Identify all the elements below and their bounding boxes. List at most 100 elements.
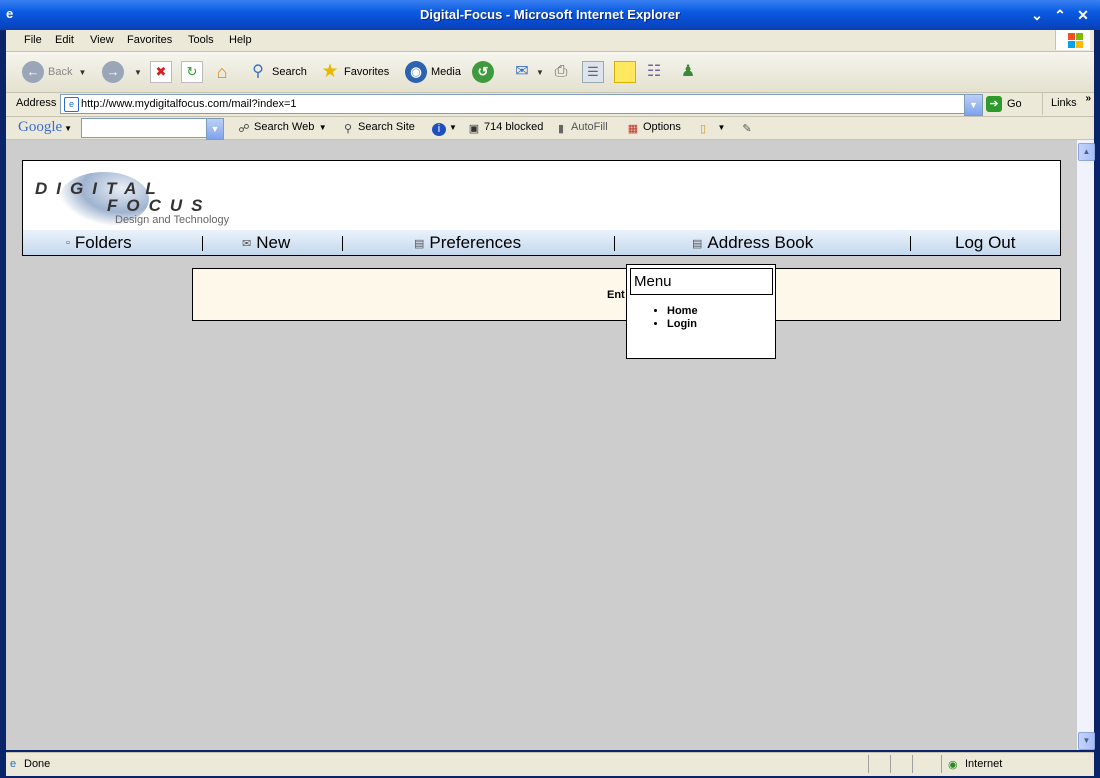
restore-icon[interactable]: ⌃ (1051, 6, 1069, 24)
windows-logo-icon (1055, 30, 1090, 50)
popup-blocker-button[interactable]: ▣ 714 blocked (467, 121, 544, 136)
messenger-button[interactable]: ♟ (678, 60, 702, 84)
chevron-down-icon[interactable]: ▼ (78, 68, 86, 77)
menu-tools[interactable]: Tools (188, 34, 214, 46)
address-input[interactable]: e http://www.mydigitalfocus.com/mail?ind… (60, 94, 966, 114)
popup-menu: Menu Home Login (626, 264, 776, 359)
status-bar: e Done ◉ Internet (6, 752, 1094, 776)
scroll-up-icon[interactable]: ▲ (1078, 143, 1095, 161)
address-url[interactable]: http://www.mydigitalfocus.com/mail?index… (81, 98, 297, 110)
print-icon: ⎙ (554, 63, 568, 80)
options-button[interactable]: ▦ Options (626, 121, 681, 136)
chevron-down-icon[interactable]: ▼ (536, 68, 544, 77)
menu-file[interactable]: File (24, 34, 42, 46)
media-button[interactable]: ◉ Media (405, 60, 461, 84)
preferences-icon: ▤ (414, 237, 425, 250)
forward-button[interactable]: → ▼ (102, 60, 142, 84)
scroll-down-icon[interactable]: ▼ (1078, 732, 1095, 750)
search-icon: ⚲ (252, 63, 264, 80)
edit-page-icon: ☰ (582, 61, 604, 83)
menu-link-login[interactable]: Login (667, 318, 698, 331)
stop-icon: ✖ (150, 61, 172, 83)
nav-new[interactable]: ✉ New (242, 233, 290, 253)
mail-button[interactable]: ✉ ▼ (512, 60, 544, 84)
chevron-right-icon: » (1085, 93, 1091, 104)
go-button[interactable]: ➔ Go (986, 95, 1022, 113)
autofill-icon: ▮ (557, 123, 565, 135)
messenger-icon: ♟ (680, 63, 696, 80)
star-icon: ★ (321, 61, 339, 82)
links-button[interactable]: Links » (1042, 93, 1095, 115)
logo-tagline: Design and Technology (115, 214, 230, 226)
autofill-button[interactable]: ▮ AutoFill (554, 121, 608, 136)
envelope-icon: ✉ (242, 237, 252, 250)
info-icon: i (432, 123, 446, 136)
search-button[interactable]: ⚲ Search (248, 60, 307, 84)
minimize-icon[interactable]: ⌄ (1028, 6, 1046, 24)
menu-link-home[interactable]: Home (667, 305, 698, 318)
page-done-icon: e (10, 758, 17, 770)
note-button[interactable] (614, 60, 640, 84)
forward-arrow-icon: → (102, 61, 124, 83)
note-icon (614, 61, 636, 83)
search-site-icon: ⚲ (343, 123, 353, 135)
research-button[interactable]: ☷ (644, 60, 668, 84)
menu-view[interactable]: View (90, 34, 114, 46)
page-viewport: DIGITAL FOCUS Design and Technology ▫ Fol… (6, 140, 1077, 750)
close-icon[interactable]: ✕ (1074, 6, 1092, 24)
favorites-button[interactable]: ★ Favorites (320, 60, 389, 84)
edit-button[interactable]: ☰ (582, 60, 608, 84)
google-search-input[interactable] (81, 118, 208, 138)
menu-bar: File Edit View Favorites Tools Help (6, 30, 1094, 52)
binoculars-icon: ☍ (238, 123, 250, 135)
options-icon: ▦ (627, 123, 639, 135)
history-icon: ↺ (472, 61, 494, 83)
popup-menu-list: Home Login (649, 305, 698, 331)
title-bar: e Digital-Focus - Microsoft Internet Exp… (0, 0, 1100, 30)
media-globe-icon: ◉ (405, 61, 427, 83)
research-books-icon: ☷ (646, 63, 662, 80)
address-label: Address (16, 97, 57, 109)
menu-help[interactable]: Help (229, 34, 252, 46)
highlighter-button[interactable]: ✎ (740, 121, 757, 136)
address-dropdown-icon[interactable]: ▼ (964, 94, 983, 116)
internet-zone-icon: ◉ (948, 759, 958, 771)
nav-preferences[interactable]: ▤ Preferences (414, 233, 521, 253)
window-title: Digital-Focus - Microsoft Internet Explo… (419, 7, 681, 22)
google-logo[interactable]: Google ▼ (18, 119, 72, 136)
refresh-icon: ↻ (181, 61, 203, 83)
back-button[interactable]: ← Back ▼ (22, 60, 86, 84)
pencil-icon: ✎ (742, 123, 752, 135)
chevron-down-icon[interactable]: ▼ (134, 68, 142, 77)
home-button[interactable]: ⌂ (212, 60, 236, 84)
search-site-button[interactable]: ⚲ Search Site (341, 121, 415, 136)
back-arrow-icon: ← (22, 61, 44, 83)
stop-button[interactable]: ✖ (150, 60, 176, 84)
menu-edit[interactable]: Edit (55, 34, 74, 46)
standard-toolbar: ← Back ▼ → ▼ ✖ ↻ ⌂ ⚲ Search ★ Favorites … (6, 52, 1094, 93)
folder-up-button[interactable]: ▯ ▼ (696, 121, 725, 136)
google-search-dropdown-icon[interactable]: ▼ (206, 118, 224, 140)
nav-folders[interactable]: ▫ Folders (66, 233, 132, 253)
menu-favorites[interactable]: Favorites (127, 34, 172, 46)
folder-up-icon: ▯ (699, 123, 707, 135)
pagerank-button[interactable]: i ▼ (432, 121, 457, 136)
history-button[interactable]: ↺ (472, 60, 498, 84)
address-bar: Address e http://www.mydigitalfocus.com/… (6, 93, 1094, 117)
go-arrow-icon: ➔ (986, 96, 1002, 112)
mail-icon: ✉ (515, 63, 529, 80)
vertical-scrollbar[interactable]: ▲ ▼ (1077, 140, 1095, 750)
home-icon: ⌂ (216, 62, 228, 82)
search-web-button[interactable]: ☍ Search Web ▼ (237, 121, 326, 136)
site-nav: ▫ Folders ✉ New ▤ Preferences ▤ Address Book… (22, 230, 1061, 256)
nav-log-out[interactable]: Log Out (955, 233, 1016, 253)
google-toolbar: Google ▼ ▼ ☍ Search Web ▼ ⚲ Search Site i ▼… (6, 117, 1094, 140)
refresh-button[interactable]: ↻ (181, 60, 207, 84)
status-text: Done (24, 758, 51, 770)
digital-focus-logo[interactable]: DIGITAL FOCUS Design and Technology (35, 169, 245, 229)
nav-address-book[interactable]: ▤ Address Book (692, 233, 813, 253)
popup-blocker-icon: ▣ (468, 123, 480, 135)
site-header: DIGITAL FOCUS Design and Technology (22, 160, 1061, 232)
address-book-icon: ▤ (692, 237, 703, 250)
print-button[interactable]: ⎙ (551, 60, 575, 84)
